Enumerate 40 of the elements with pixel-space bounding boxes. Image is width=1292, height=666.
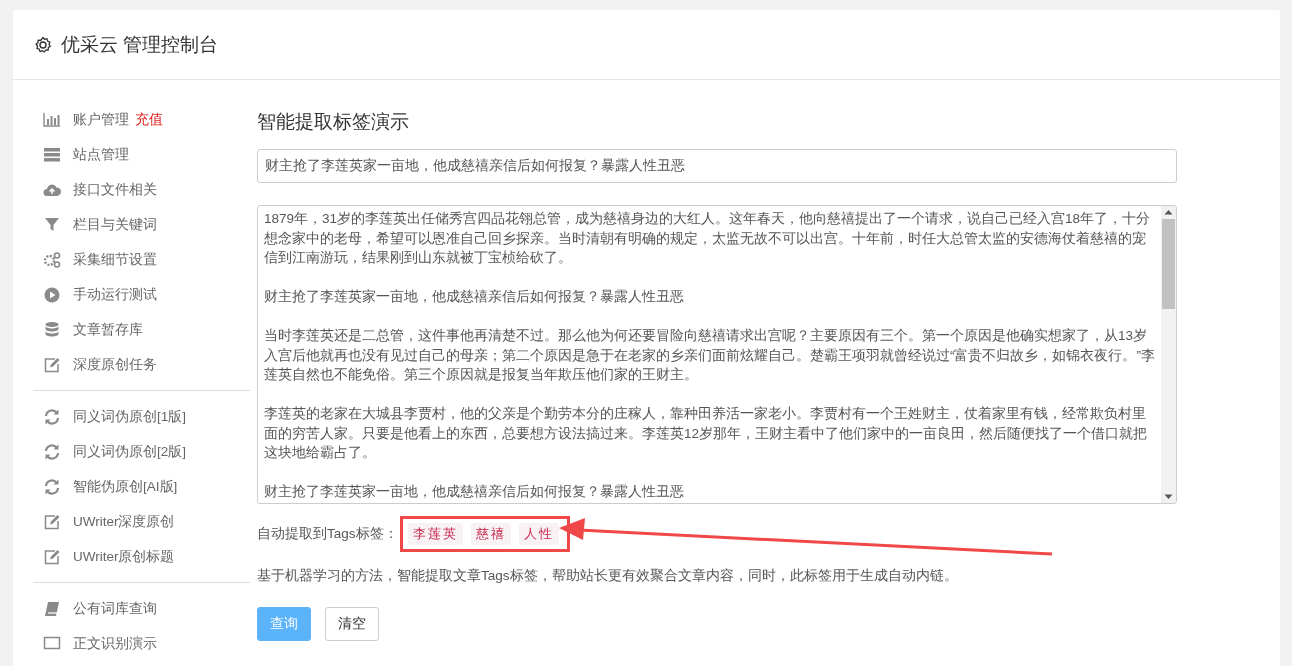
server-icon: [43, 145, 61, 164]
article-textarea[interactable]: 1879年，31岁的李莲英出任储秀宫四品花翎总管，成为慈禧身边的大红人。这年春天，他向慈禧提出了一个请求，说自己已经入宫18年了，十分想念家中的老母，希望可以恩准自己回乡探亲。当时清朝有明确的规定，太监无故不可以出宫。十年前，时任大总管太监的安德海仗着慈禧的宠信到江南游玩，结果刚到山东就被丁宝桢给砍了。 财主抢了李莲英家一亩地，他成慈禧亲信后如何报复？暴露人性丑恶 当时李莲英还是二总管，这件事他再清楚不过。那么他为何还要冒险向慈禧请求出宫呢？主要原因有三个。第一个原因是他确实想家了，从13岁入宫后他就再也没有见过自己的母亲；第二个原因是急于在老家的乡亲们面前炫耀自己。楚霸王项羽就曾经说过“富贵不归故乡，如锦衣夜行。”李莲英自然也不能免俗。第三个原因就是报复当年欺压他们家的王财主。 李莲英的老家在大城县李贾村，他的父亲是个勤劳本分的庄稼人，靠种田养活一家老小。李贾村有一个王姓财主，仗着家里有钱，经常欺负村里面的穷苦人家。只要是他看上的东西，总要想方设法搞过来。李莲英12岁那年，王财主看中了他们家中的一亩良田，然后随便找了一个借口就把这块地给霸占了。 财主抢了李莲英家一亩地，他成慈禧亲信后如何报复？暴露人性丑恶: [257, 205, 1177, 504]
scroll-up-icon: [1164, 209, 1173, 215]
clear-button[interactable]: 清空: [325, 607, 379, 641]
sidebar-item[interactable]: 正文识别演示: [33, 626, 250, 661]
sidebar-item[interactable]: UWriter深度原创: [33, 504, 250, 539]
section-heading: 智能提取标签演示: [257, 110, 410, 134]
edit-icon: [43, 547, 61, 566]
sidebar-item[interactable]: 智能伪原创[AI版]: [33, 469, 250, 504]
book-icon: [43, 599, 61, 618]
sidebar-item[interactable]: 同义词伪原创[2版]: [33, 434, 250, 469]
tag[interactable]: 李莲英: [407, 523, 463, 545]
database-icon: [43, 320, 61, 339]
refresh-icon: [43, 442, 61, 461]
settings-icon: [34, 35, 52, 54]
tags-label: 自动提取到Tags标签：: [257, 525, 398, 543]
title-input[interactable]: 财主抢了李莲英家一亩地，他成慈禧亲信后如何报复？暴露人性丑恶: [257, 149, 1177, 183]
sidebar-item[interactable]: 接口文件相关: [33, 172, 250, 207]
description-text: 基于机器学习的方法，智能提取文章Tags标签，帮助站长更有效聚合文章内容，同时，此标签用于生成自动内链。: [257, 567, 959, 585]
sidebar-item[interactable]: 栏目与关键词: [33, 207, 250, 242]
sidebar-item[interactable]: 站点管理: [33, 137, 250, 172]
edit-icon: [43, 512, 61, 531]
tag[interactable]: 慈禧: [470, 523, 511, 545]
filter-icon: [43, 215, 61, 234]
sidebar-item[interactable]: 采集细节设置: [33, 242, 250, 277]
edit-icon: [43, 355, 61, 374]
sidebar-item[interactable]: 同义词伪原创[1版]: [33, 399, 250, 434]
sidebar-item[interactable]: 文章暂存库: [33, 312, 250, 347]
play-circle-icon: [43, 285, 61, 304]
refresh-icon: [43, 407, 61, 426]
scroll-down-icon: [1164, 494, 1173, 500]
refresh-icon: [43, 477, 61, 496]
sidebar-item[interactable]: 公有词库查询: [33, 591, 250, 626]
sidebar-item[interactable]: UWriter原创标题: [33, 539, 250, 574]
bar-chart-icon: [43, 110, 61, 129]
console-title: 优采云 管理控制台: [61, 32, 219, 57]
sidebar-item[interactable]: 手动运行测试: [33, 277, 250, 312]
sidebar-item[interactable]: 账户管理 充值: [33, 102, 250, 137]
tag[interactable]: 人性: [518, 523, 559, 545]
sidebar-item[interactable]: 深度原创任务: [33, 347, 250, 382]
